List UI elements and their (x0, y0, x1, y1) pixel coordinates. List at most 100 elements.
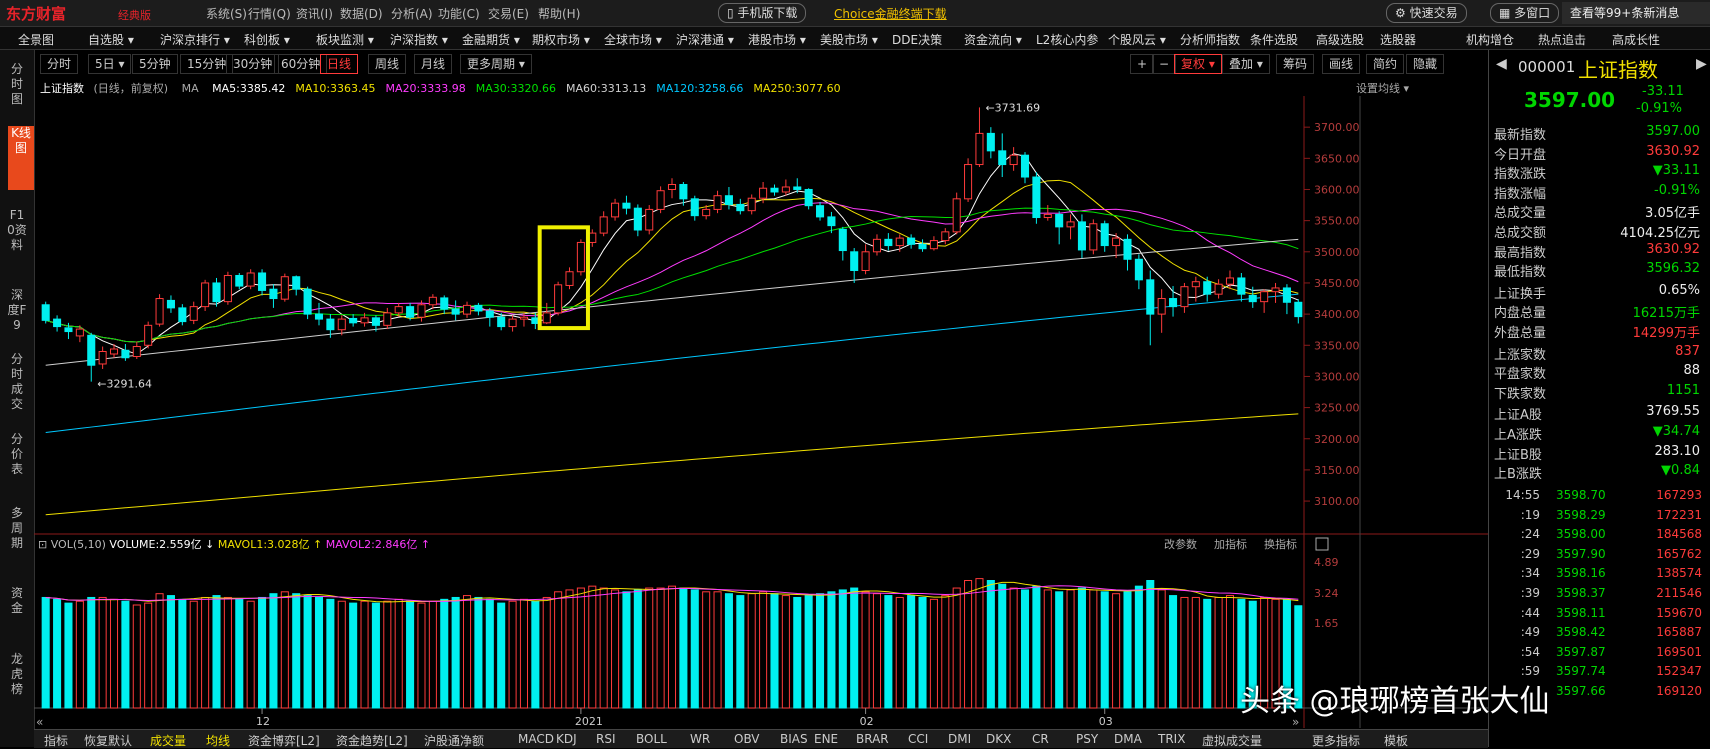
nav-item-17[interactable]: 条件选股 (1250, 31, 1298, 48)
period-btn-2[interactable]: 5分钟 (132, 54, 178, 74)
chart-tool-7[interactable]: 隐藏 (1406, 54, 1445, 74)
nav-item-22[interactable]: 高成长性 (1612, 31, 1660, 48)
indicator-tab-13[interactable]: BIAS (780, 732, 808, 746)
menu-item-7[interactable]: 帮助(H) (538, 5, 580, 22)
indicator-tab-25[interactable]: 模板 (1384, 732, 1408, 749)
nav-item-21[interactable]: 热点追击 (1538, 31, 1586, 48)
left-tab-4[interactable]: 分时成交 (6, 352, 28, 416)
multi-window-button[interactable]: ▦ 多窗口 (1490, 3, 1560, 23)
nav-item-16[interactable]: 分析师指数 (1180, 31, 1240, 48)
menu-item-1[interactable]: 行情(Q) (248, 5, 291, 22)
ma-settings[interactable]: 设置均线 ▾ (1356, 80, 1409, 96)
indicator-tab-14[interactable]: ENE (814, 732, 838, 746)
left-tab-2[interactable]: F10资料 (6, 208, 28, 260)
nav-item-3[interactable]: 科创板 ▾ (244, 31, 290, 48)
left-tab-0[interactable]: 分时图 (6, 62, 28, 112)
nav-item-5[interactable]: 沪深指数 ▾ (390, 31, 448, 48)
menu-item-6[interactable]: 交易(E) (488, 5, 529, 22)
nav-item-7[interactable]: 期权市场 ▾ (532, 31, 590, 48)
left-tab-1[interactable]: K线图 (8, 126, 34, 190)
period-btn-8[interactable]: 月线 (414, 54, 453, 74)
menu-item-5[interactable]: 功能(C) (438, 5, 480, 22)
next-stock-arrow[interactable]: ▶ (1696, 56, 1707, 72)
choice-download-link[interactable]: Choice金融终端下载 (834, 5, 947, 22)
chart-tool-2[interactable]: 复权 ▾ (1174, 54, 1222, 74)
indicator-tab-8[interactable]: KDJ (556, 732, 577, 746)
indicator-tab-17[interactable]: DMI (948, 732, 971, 746)
menu-item-0[interactable]: 系统(S) (206, 5, 247, 22)
menu-item-3[interactable]: 数据(D) (340, 5, 383, 22)
indicator-tab-1[interactable]: 恢复默认 (84, 732, 132, 749)
quote-price: 3597.00 (1524, 88, 1616, 112)
nav-item-9[interactable]: 沪深港通 ▾ (676, 31, 734, 48)
indicator-tab-12[interactable]: OBV (734, 732, 760, 746)
menu-item-2[interactable]: 资讯(I) (296, 5, 333, 22)
nav-item-20[interactable]: 机构增仓 (1466, 31, 1514, 48)
indicator-tab-9[interactable]: RSI (596, 732, 616, 746)
chart-tool-5[interactable]: 画线 (1322, 54, 1361, 74)
nav-item-4[interactable]: 板块监测 ▾ (316, 31, 374, 48)
indicator-tab-0[interactable]: 指标 (44, 732, 68, 749)
nav-item-15[interactable]: 个股风云 ▾ (1108, 31, 1166, 48)
period-btn-7[interactable]: 周线 (368, 54, 407, 74)
news-notification[interactable]: 查看等99+条新消息 (1562, 2, 1710, 24)
period-btn-4[interactable]: 30分钟 (226, 54, 280, 74)
left-tab-8[interactable]: 龙虎榜 (6, 652, 28, 704)
indicator-tab-16[interactable]: CCI (908, 732, 928, 746)
period-btn-6[interactable]: 日线 (320, 54, 359, 74)
indicator-tab-10[interactable]: BOLL (636, 732, 667, 746)
menu-item-4[interactable]: 分析(A) (391, 5, 433, 22)
nav-item-6[interactable]: 金融期货 ▾ (462, 31, 520, 48)
nav-item-11[interactable]: 美股市场 ▾ (820, 31, 878, 48)
candle-body (87, 334, 96, 366)
indicator-tab-18[interactable]: DKX (986, 732, 1011, 746)
indicator-tab-22[interactable]: TRIX (1158, 732, 1185, 746)
left-tab-7[interactable]: 资金 (6, 586, 28, 626)
nav-item-10[interactable]: 港股市场 ▾ (748, 31, 806, 48)
period-btn-1[interactable]: 5日 ▾ (88, 54, 132, 74)
indicator-tab-5[interactable]: 资金趋势[L2] (336, 732, 408, 749)
chart-tool-4[interactable]: 筹码 (1276, 54, 1315, 74)
indicator-tab-15[interactable]: BRAR (856, 732, 889, 746)
left-tab-5[interactable]: 分价表 (6, 432, 28, 484)
indicator-tab-3[interactable]: 均线 (206, 732, 230, 749)
indicator-tab-19[interactable]: CR (1032, 732, 1049, 746)
period-btn-0[interactable]: 分时 (40, 54, 79, 74)
indicator-tab-4[interactable]: 资金博弈[L2] (248, 732, 320, 749)
nav-item-14[interactable]: L2核心内参 (1036, 31, 1098, 48)
nav-item-8[interactable]: 全球市场 ▾ (604, 31, 662, 48)
fast-trade-button[interactable]: ⚙ 快速交易 (1386, 3, 1467, 23)
indicator-tab-21[interactable]: DMA (1114, 732, 1142, 746)
candle-body (1248, 294, 1257, 303)
kline-chart[interactable]: 3700.00 3650.00 3600.00 3550.00 3500.00 3450.… (34, 96, 1488, 728)
ma-line-ma120 (45, 293, 1299, 434)
indicator-tab-24[interactable]: 更多指标 (1312, 732, 1360, 749)
nav-item-18[interactable]: 高级选股 (1316, 31, 1364, 48)
vol-close-icon (1315, 537, 1329, 551)
period-btn-9[interactable]: 更多周期 ▾ (460, 54, 532, 74)
indicator-tab-7[interactable]: MACD (518, 732, 554, 746)
chart-tool-0[interactable]: + (1130, 54, 1155, 74)
nav-item-12[interactable]: DDE决策 (892, 31, 942, 48)
ma-line-ma30 (45, 207, 1299, 343)
indicator-tab-2[interactable]: 成交量 (150, 732, 186, 749)
nav-item-19[interactable]: 选股器 (1380, 31, 1416, 48)
nav-item-13[interactable]: 资金流向 ▾ (964, 31, 1022, 48)
prev-stock-arrow[interactable]: ◀ (1496, 56, 1507, 72)
left-tab-6[interactable]: 多周期 (6, 506, 28, 558)
volume-bar (1055, 591, 1064, 709)
chart-tool-3[interactable]: 叠加 ▾ (1222, 54, 1270, 74)
volume-bar (121, 600, 130, 709)
left-tab-3[interactable]: 深度F9 (6, 288, 28, 340)
mobile-download-button[interactable]: ▯ 手机版下载 (718, 3, 807, 23)
nav-item-0[interactable]: 全景图 (18, 31, 54, 48)
indicator-tab-11[interactable]: WR (690, 732, 710, 746)
chart-tool-1[interactable]: − (1152, 54, 1177, 74)
chart-tool-6[interactable]: 简约 (1366, 54, 1405, 74)
indicator-tab-23[interactable]: 虚拟成交量 (1202, 732, 1262, 749)
nav-item-1[interactable]: 自选股 ▾ (88, 31, 134, 48)
nav-item-2[interactable]: 沪深京排行 ▾ (160, 31, 230, 48)
indicator-tab-20[interactable]: PSY (1076, 732, 1098, 746)
candle-body (1032, 176, 1041, 219)
indicator-tab-6[interactable]: 沪股通净额 (424, 732, 484, 749)
